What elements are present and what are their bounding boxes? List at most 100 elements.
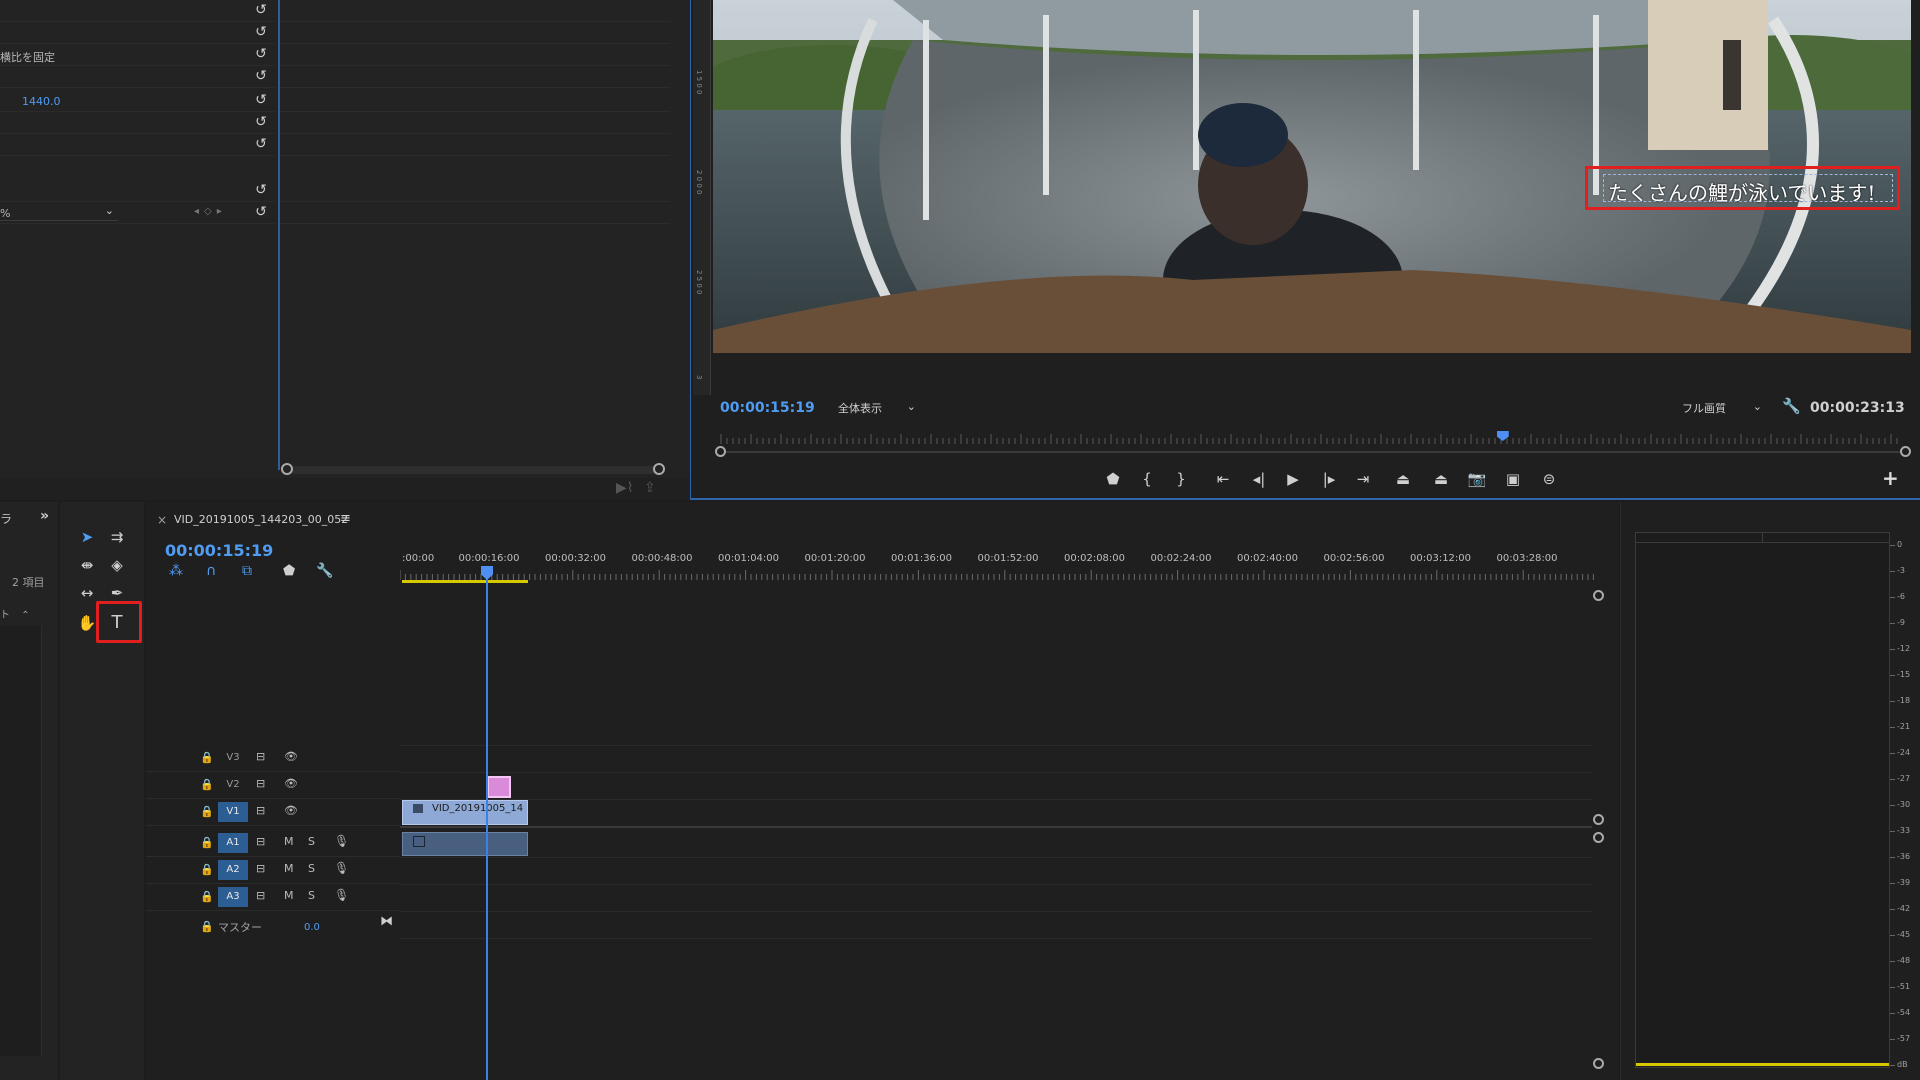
track-header-a3[interactable]: 🔒 A3 ⊟ M S 🎙 <box>146 884 400 911</box>
reset-parameter-icon[interactable]: ↺ <box>253 24 269 40</box>
effect-controls-zoom-scrollbar[interactable] <box>281 463 665 475</box>
timeline-playhead-line[interactable] <box>486 566 488 1080</box>
go-to-out-icon[interactable]: ⇥ <box>1350 466 1376 492</box>
monitor-time-ruler[interactable] <box>713 432 1903 446</box>
keyframe-navigator-icon[interactable]: ◂◇▸ <box>194 206 227 217</box>
timeline-settings-wrench-icon[interactable]: 🔧 <box>316 563 333 579</box>
effect-dropdown[interactable]: ⌄ <box>0 204 118 221</box>
toggle-output-eye-icon[interactable]: 👁 <box>284 750 298 763</box>
sync-lock-icon[interactable]: ⊟ <box>256 889 265 902</box>
sync-lock-icon[interactable]: ⊟ <box>256 750 265 763</box>
graphic-clip-v2[interactable] <box>487 776 511 798</box>
effect-controls-keyframe-area[interactable] <box>280 0 670 240</box>
settings-wrench-icon[interactable]: 🔧 <box>1782 397 1801 415</box>
export-icon[interactable]: ⇪ <box>644 480 656 496</box>
scroll-handle[interactable] <box>1593 814 1604 825</box>
track-select-tool-icon[interactable]: ⇉ <box>104 524 130 550</box>
sync-lock-icon[interactable]: ⊟ <box>256 777 265 790</box>
track-target-toggle[interactable]: V3 <box>218 748 248 768</box>
caption-text[interactable]: たくさんの鯉が泳いでいます! <box>1608 177 1875 206</box>
scroll-handle[interactable] <box>1593 832 1604 843</box>
timeline-vertical-scrollbar[interactable] <box>1593 590 1604 1070</box>
track-header-a1[interactable]: 🔒 A1 ⊟ M S 🎙 <box>146 830 400 857</box>
scrub-start-handle[interactable] <box>715 446 726 457</box>
button-editor-plus-icon[interactable]: + <box>1882 466 1899 490</box>
step-back-icon[interactable]: ◂| <box>1246 466 1272 492</box>
playback-resolution-dropdown[interactable]: フル画質 ⌄ <box>1676 398 1768 416</box>
toggle-output-eye-icon[interactable]: 👁 <box>284 804 298 817</box>
solo-button[interactable]: S <box>308 889 315 902</box>
project-tab[interactable]: ラ <box>0 510 12 527</box>
program-video-frame[interactable]: たくさんの鯉が泳いでいます! <box>713 0 1911 353</box>
track-lock-icon[interactable]: 🔒 <box>200 805 214 818</box>
track-target-toggle[interactable]: A3 <box>218 887 248 907</box>
master-volume-value[interactable]: 0.0 <box>304 922 320 933</box>
voiceover-mic-icon[interactable]: 🎙 <box>334 834 349 848</box>
mute-button[interactable]: M <box>284 889 294 902</box>
timeline-timecode[interactable]: 00:00:15:19 <box>165 541 273 560</box>
master-lock-icon[interactable]: 🔒 <box>200 920 214 933</box>
reset-parameter-icon[interactable]: ↺ <box>253 114 269 130</box>
track-area[interactable] <box>400 745 1592 945</box>
nest-sequence-icon[interactable]: ⁂ <box>169 563 183 579</box>
filter-icon[interactable]: ▶⌇ <box>616 480 634 496</box>
reset-parameter-icon[interactable]: ↺ <box>253 2 269 18</box>
go-to-in-icon[interactable]: ⇤ <box>1210 466 1236 492</box>
master-track-end-icon[interactable]: ⧓ <box>380 914 393 929</box>
project-sort-header[interactable]: ト ⌃ <box>0 606 42 621</box>
scrub-end-handle[interactable] <box>1900 446 1911 457</box>
reset-parameter-icon[interactable]: ↺ <box>253 68 269 84</box>
play-icon[interactable]: ▶ <box>1280 466 1306 492</box>
caption-text-box[interactable]: たくさんの鯉が泳いでいます! <box>1603 174 1893 205</box>
reset-parameter-icon[interactable]: ↺ <box>253 136 269 152</box>
scroll-handle[interactable] <box>1593 1058 1604 1069</box>
reset-parameter-icon[interactable]: ↺ <box>253 92 269 108</box>
track-lock-icon[interactable]: 🔒 <box>200 751 214 764</box>
track-header-v2[interactable]: 🔒 V2 ⊟ 👁 <box>146 772 400 799</box>
sync-lock-icon[interactable]: ⊟ <box>256 835 265 848</box>
track-target-toggle[interactable]: A1 <box>218 833 248 853</box>
monitor-scrub-bar[interactable] <box>720 451 1906 453</box>
project-item-list[interactable] <box>0 626 42 1056</box>
mark-out-icon[interactable]: } <box>1168 466 1194 492</box>
track-lock-icon[interactable]: 🔒 <box>200 890 214 903</box>
extract-icon[interactable]: ⏏ <box>1428 466 1454 492</box>
scroll-start-handle[interactable] <box>281 463 293 475</box>
step-forward-icon[interactable]: |▸ <box>1316 466 1342 492</box>
track-target-toggle[interactable]: V1 <box>218 802 248 822</box>
close-sequence-icon[interactable]: × <box>157 513 167 527</box>
track-target-toggle[interactable]: V2 <box>218 775 248 795</box>
comparison-view-icon[interactable]: ▣ <box>1500 466 1526 492</box>
solo-button[interactable]: S <box>308 835 315 848</box>
reset-parameter-icon[interactable]: ↺ <box>253 182 269 198</box>
track-header-v1[interactable]: 🔒 V1 ⊟ 👁 <box>146 799 400 826</box>
voiceover-mic-icon[interactable]: 🎙 <box>334 861 349 875</box>
razor-tool-icon[interactable]: ◈ <box>104 552 130 578</box>
track-lock-icon[interactable]: 🔒 <box>200 836 214 849</box>
zoom-level-dropdown[interactable]: 全体表示 ⌄ <box>832 398 922 416</box>
track-target-toggle[interactable]: A2 <box>218 860 248 880</box>
selection-tool-icon[interactable]: ➤ <box>74 524 100 550</box>
add-marker-icon[interactable]: ⬟ <box>1100 466 1126 492</box>
toggle-output-eye-icon[interactable]: 👁 <box>284 777 298 790</box>
vr-video-icon[interactable]: ⊜ <box>1536 466 1562 492</box>
panel-menu-icon[interactable]: ≡ <box>340 511 351 526</box>
work-area-bar[interactable] <box>402 580 528 583</box>
panel-overflow-icon[interactable]: » <box>40 508 49 524</box>
sequence-tab[interactable]: VID_20191005_144203_00_052 <box>174 513 348 526</box>
linked-selection-icon[interactable]: ⧉ <box>242 563 252 579</box>
reset-parameter-icon[interactable]: ↺ <box>253 46 269 62</box>
scroll-handle[interactable] <box>1593 590 1604 601</box>
solo-button[interactable]: S <box>308 862 315 875</box>
playhead-timecode[interactable]: 00:00:15:19 <box>720 400 815 416</box>
mute-button[interactable]: M <box>284 862 294 875</box>
export-frame-icon[interactable]: 📷 <box>1464 466 1490 492</box>
track-lock-icon[interactable]: 🔒 <box>200 863 214 876</box>
track-lock-icon[interactable]: 🔒 <box>200 778 214 791</box>
ripple-edit-tool-icon[interactable]: ⇼ <box>74 552 100 578</box>
audio-meter-display[interactable] <box>1635 532 1890 1068</box>
mute-button[interactable]: M <box>284 835 294 848</box>
timeline-ruler[interactable]: :00:00 00:00:16:00 00:00:32:00 00:00:48:00 0… <box>400 550 1595 580</box>
scroll-end-handle[interactable] <box>653 463 665 475</box>
effect-dropdown-row[interactable]: ⌄ <box>0 202 120 224</box>
